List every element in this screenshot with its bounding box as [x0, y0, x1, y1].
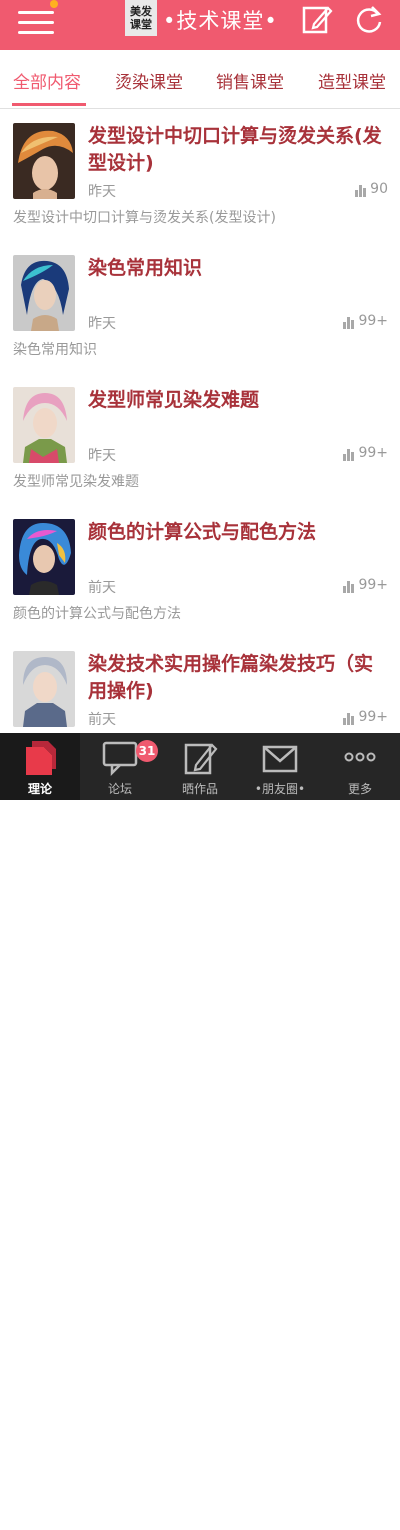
- bottom-navigation: 理论 31 论坛 晒作品 •朋友圈• 更多 听一听下载: [0, 733, 400, 1529]
- more-icon: [344, 752, 376, 762]
- unread-badge: 31: [136, 740, 158, 762]
- nav-label: •朋友圈•: [254, 782, 306, 796]
- view-count-value: 90: [370, 181, 388, 197]
- logo-text-line1: 美发: [130, 5, 152, 18]
- view-count-value: 99+: [358, 577, 388, 593]
- article-thumbnail: [13, 651, 75, 727]
- active-tab-indicator: [12, 103, 86, 106]
- nav-forum[interactable]: 31 论坛: [80, 733, 160, 800]
- refresh-icon[interactable]: [352, 2, 386, 36]
- nav-label: 论坛: [107, 782, 132, 796]
- article-time: 昨天: [88, 184, 116, 200]
- view-count: 90: [355, 181, 388, 197]
- article-thumbnail: [13, 387, 75, 463]
- edit-icon[interactable]: [300, 2, 334, 36]
- view-count: 99+: [343, 709, 388, 725]
- nav-label: 更多: [347, 782, 372, 796]
- edit-icon: [184, 743, 218, 775]
- article-title: 颜色的计算公式与配色方法: [88, 521, 317, 543]
- bar-chart-icon: [343, 581, 355, 593]
- view-count: 99+: [343, 313, 388, 329]
- article-time: 前天: [88, 580, 116, 596]
- article-title: 染色常用知识: [88, 257, 203, 279]
- nav-label: 理论: [27, 782, 52, 796]
- watermark: 听一听下载: [255, 1504, 376, 1529]
- article-description: 颜色的计算公式与配色方法: [13, 606, 181, 622]
- article-description: 发型师常见染发难题: [13, 474, 139, 490]
- list-item[interactable]: 发型师常见染发难题 昨天 99+ 发型师常见染发难题: [0, 373, 400, 506]
- app-header: 美发 课堂 •技术课堂•: [0, 0, 400, 50]
- chat-icon: [102, 741, 138, 777]
- tab-perm-dye[interactable]: 烫染课堂: [115, 68, 183, 93]
- view-count-value: 99+: [358, 313, 388, 329]
- article-title: 发型师常见染发难题: [88, 389, 260, 411]
- nav-more[interactable]: 更多: [320, 733, 400, 800]
- article-thumbnail: [13, 519, 75, 595]
- bar-chart-icon: [355, 185, 367, 197]
- article-description: 发型设计中切口计算与烫发关系(发型设计): [13, 210, 276, 226]
- list-item[interactable]: 颜色的计算公式与配色方法 前天 99+ 颜色的计算公式与配色方法: [0, 505, 400, 638]
- view-count: 99+: [343, 445, 388, 461]
- article-thumbnail: [13, 255, 75, 331]
- page-title: •技术课堂•: [163, 9, 278, 33]
- list-item[interactable]: 染色常用知识 昨天 99+ 染色常用知识: [0, 241, 400, 374]
- article-list: 发型设计中切口计算与烫发关系(发型设计) 昨天 90 发型设计中切口计算与烫发关…: [0, 109, 400, 733]
- menu-icon[interactable]: [18, 7, 54, 37]
- category-tabs: 全部内容 烫染课堂 销售课堂 造型课堂: [0, 50, 400, 109]
- view-count-value: 99+: [358, 445, 388, 461]
- nav-showcase[interactable]: 晒作品: [160, 733, 240, 800]
- tab-styling[interactable]: 造型课堂: [318, 68, 386, 93]
- bar-chart-icon: [343, 449, 355, 461]
- app-logo: 美发 课堂: [125, 0, 157, 36]
- bar-chart-icon: [343, 317, 355, 329]
- nav-theory[interactable]: 理论: [0, 733, 80, 800]
- article-time: 昨天: [88, 316, 116, 332]
- nav-label: 晒作品: [181, 782, 218, 796]
- article-time: 前天: [88, 712, 116, 728]
- article-title: 染发技术实用操作篇染发技巧（实用操作): [88, 653, 374, 702]
- tab-all[interactable]: 全部内容: [13, 68, 81, 93]
- nav-friends[interactable]: •朋友圈•: [240, 733, 320, 800]
- article-title: 发型设计中切口计算与烫发关系(发型设计): [88, 125, 382, 174]
- view-count-value: 99+: [358, 709, 388, 725]
- bar-chart-icon: [343, 713, 355, 725]
- logo-text-line2: 课堂: [130, 18, 152, 31]
- article-time: 昨天: [88, 448, 116, 464]
- article-thumbnail: [13, 123, 75, 199]
- notification-dot: [50, 0, 58, 8]
- list-item[interactable]: 发型设计中切口计算与烫发关系(发型设计) 昨天 90 发型设计中切口计算与烫发关…: [0, 109, 400, 242]
- mail-icon: [262, 745, 298, 773]
- article-description: 染色常用知识: [13, 342, 97, 358]
- tab-sales[interactable]: 销售课堂: [216, 68, 284, 93]
- document-icon: [26, 741, 56, 775]
- view-count: 99+: [343, 577, 388, 593]
- list-item[interactable]: 染发技术实用操作篇染发技巧（实用操作) 前天 99+: [0, 637, 400, 733]
